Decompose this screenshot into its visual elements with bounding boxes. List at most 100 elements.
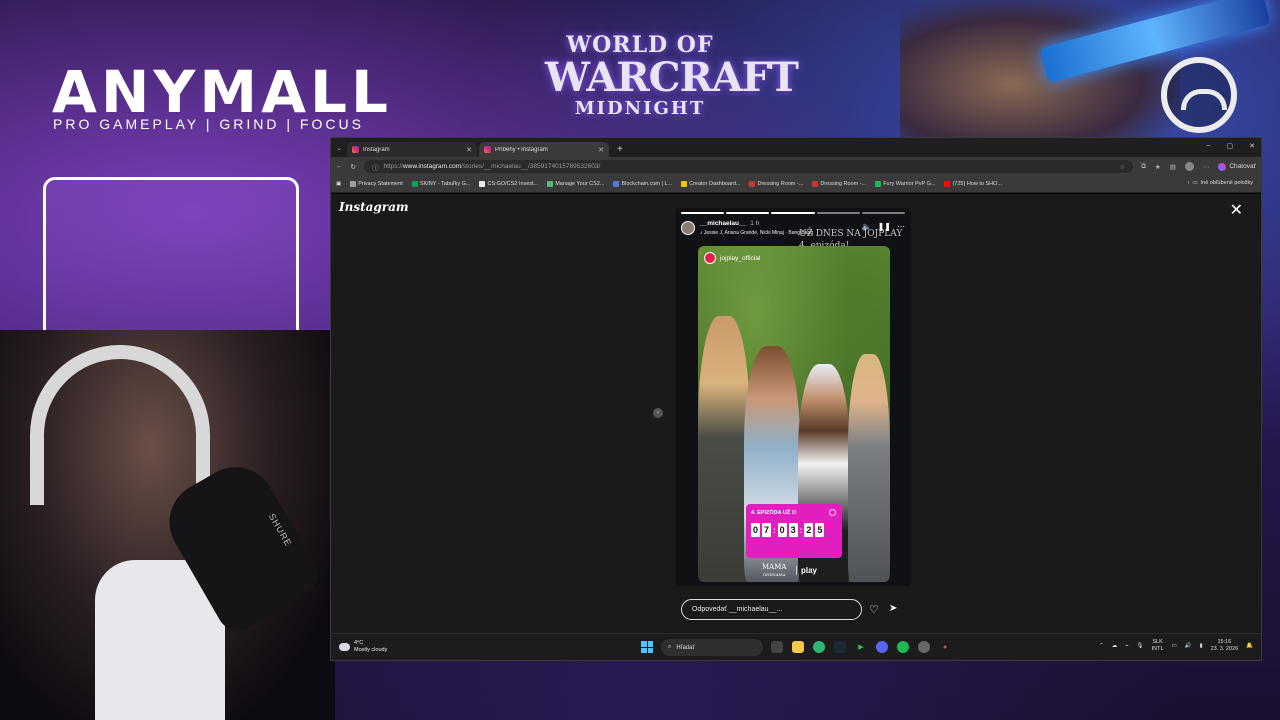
- tab-instagram[interactable]: Instagram ✕: [347, 142, 477, 157]
- tab-close-icon[interactable]: ✕: [466, 146, 472, 154]
- chevron-right-icon: ›: [1187, 180, 1190, 186]
- bookmark-item[interactable]: Fury Warrior PvP G...: [875, 181, 935, 187]
- clock[interactable]: 15:16 23. 3. 2026: [1211, 639, 1239, 653]
- discord-icon[interactable]: [876, 641, 888, 653]
- copilot-icon: [1218, 162, 1227, 171]
- edge-browser-icon[interactable]: [813, 641, 825, 653]
- previous-story-button[interactable]: ‹: [653, 408, 663, 418]
- story-music[interactable]: ♪ Jessie J, Ariana Grande, Nicki Minaj ·…: [700, 230, 813, 236]
- show-logo-title: MAMA: [762, 563, 787, 571]
- chat-button[interactable]: Chatovať: [1218, 162, 1256, 171]
- tab-close-icon[interactable]: ✕: [598, 146, 604, 154]
- task-view-icon[interactable]: [771, 641, 783, 653]
- reshared-account-tag[interactable]: jojplay_official: [704, 252, 760, 264]
- bookmark-label: Dressing Room -...: [820, 181, 867, 187]
- favorite-star-icon[interactable]: ☆: [1119, 163, 1125, 171]
- url-scheme: https://: [383, 163, 403, 170]
- taskbar-apps: ▶ ●: [771, 641, 951, 653]
- clock-time: 15:16: [1217, 639, 1232, 645]
- battery-icon[interactable]: ▮: [1200, 643, 1203, 649]
- countdown-separator: :: [773, 525, 776, 535]
- location-pin-icon[interactable]: ●: [939, 641, 951, 653]
- obs-icon[interactable]: [918, 641, 930, 653]
- bookmark-item[interactable]: CS:GO/CS2 Invest...: [479, 181, 538, 187]
- file-explorer-icon[interactable]: [792, 641, 804, 653]
- bookmark-item[interactable]: Creator Dashboard...: [681, 181, 740, 187]
- progress-segment: [816, 212, 860, 214]
- back-icon[interactable]: ←: [336, 163, 343, 170]
- countdown-digit: 2: [804, 523, 814, 537]
- progress-segment: [726, 212, 770, 214]
- send-icon[interactable]: ➤: [889, 603, 897, 614]
- bookmark-item[interactable]: Blockchain.com | L...: [613, 181, 672, 187]
- tab-actions-icon[interactable]: ⌄: [331, 138, 347, 157]
- tab-stories[interactable]: Príbehy • Instagram ✕: [479, 142, 609, 157]
- bookmark-label: Fury Warrior PvP G...: [883, 181, 936, 187]
- new-tab-button[interactable]: +: [611, 144, 629, 157]
- taskbar-search[interactable]: ⌕ Hľadať: [661, 639, 763, 656]
- close-viewer-button[interactable]: ✕: [1230, 200, 1243, 220]
- progress-segment: [771, 212, 815, 214]
- bookmark-label: Manage Your CS2...: [555, 181, 605, 187]
- volume-icon[interactable]: 🔊: [1185, 643, 1192, 649]
- bookmark-favicon-icon: [547, 181, 554, 187]
- countdown-sticker[interactable]: 4. EPIZÓDA UŽ O 0 7 : 0 3 : 2 5: [746, 504, 842, 558]
- bookmark-item[interactable]: SKINY - Tabuľky G...: [411, 181, 470, 187]
- favorites-icon[interactable]: ★: [1155, 163, 1161, 171]
- site-info-icon[interactable]: ⓘ: [372, 162, 379, 172]
- countdown-digit: 0: [777, 523, 787, 537]
- extensions-icon[interactable]: ⧉: [1141, 163, 1146, 171]
- spotify-icon[interactable]: [897, 641, 909, 653]
- microphone-icon[interactable]: 🎙: [1137, 643, 1144, 649]
- language-indicator[interactable]: SLK INTL: [1152, 639, 1164, 653]
- close-window-button[interactable]: ✕: [1249, 142, 1255, 150]
- other-bookmarks[interactable]: › ▭ Iné obľúbené položky: [1188, 180, 1253, 186]
- url-field[interactable]: ⓘ https://www.instagram.com/stories/__mi…: [363, 160, 1134, 173]
- steam-icon[interactable]: [834, 641, 846, 653]
- play-icon[interactable]: ▶: [855, 641, 867, 653]
- bookmark-label: (725) How to SHO...: [952, 181, 1002, 187]
- bookmark-item[interactable]: Dressing Room -...: [812, 181, 866, 187]
- bookmark-item[interactable]: Manage Your CS2...: [547, 181, 604, 187]
- collections-icon[interactable]: ▤: [1170, 163, 1176, 171]
- cloud-sync-icon[interactable]: ☁: [1112, 643, 1118, 649]
- bookmarks-icon[interactable]: ▣: [336, 181, 341, 187]
- like-heart-icon[interactable]: ♡: [869, 603, 879, 616]
- chat-button-label: Chatovať: [1229, 163, 1256, 170]
- bookmark-item[interactable]: Privacy Statement: [350, 181, 403, 187]
- bookmark-item[interactable]: (725) How to SHO...: [944, 181, 1002, 187]
- bookmark-favicon-icon: [875, 181, 882, 187]
- notifications-icon[interactable]: 🔔: [1246, 643, 1253, 649]
- story-reply-input[interactable]: Odpovedať __michaelau__...: [681, 599, 862, 620]
- countdown-digits: 0 7 : 0 3 : 2 5: [751, 523, 837, 537]
- reminder-bell-icon[interactable]: [829, 509, 836, 516]
- maximize-button[interactable]: ▢: [1227, 142, 1234, 150]
- weather-widget[interactable]: 4°C Mostly cloudy: [339, 640, 387, 654]
- jojplay-logo: play: [796, 566, 817, 575]
- instagram-logo[interactable]: Instagram: [339, 200, 409, 214]
- bookmark-favicon-icon: [411, 181, 418, 187]
- more-menu-icon[interactable]: ⋯: [1203, 163, 1210, 171]
- browser-window: ⌄ Instagram ✕ Príbehy • Instagram ✕ + – …: [330, 137, 1262, 661]
- profile-avatar[interactable]: [1184, 162, 1194, 171]
- instagram-story-viewer: Instagram ✕ ‹ __michaelau__ 1 h ♪ Jessie …: [331, 194, 1261, 634]
- minimize-button[interactable]: –: [1207, 142, 1211, 150]
- game-logo: WORLD OF WARCRAFT MIDNIGHT: [545, 32, 799, 136]
- windows-start-icon[interactable]: [641, 641, 653, 653]
- story-photo: jojplay_official 4. EPIZÓDA UŽ O 0 7 : 0…: [698, 246, 890, 582]
- network-icon[interactable]: ⌁: [1125, 643, 1128, 649]
- bookmark-item[interactable]: Dressing Room -...: [749, 181, 803, 187]
- story-user-avatar[interactable]: [681, 221, 695, 235]
- countdown-digit: 7: [762, 523, 771, 537]
- bookmark-favicon-icon: [944, 181, 951, 187]
- story-username[interactable]: __michaelau__ 1 h: [700, 220, 759, 227]
- search-icon: ⌕: [668, 644, 672, 650]
- display-icon[interactable]: ▭: [1172, 643, 1177, 649]
- story-username-text: __michaelau__: [700, 220, 747, 227]
- instagram-favicon-icon: [484, 146, 491, 153]
- story-music-text: Jessie J, Ariana Grande, Nicki Minaj · B…: [703, 230, 814, 236]
- chevron-up-icon[interactable]: ⌃: [1099, 643, 1104, 649]
- story-card[interactable]: __michaelau__ 1 h ♪ Jessie J, Ariana Gran…: [675, 208, 911, 586]
- reload-icon[interactable]: ↻: [351, 163, 356, 171]
- cloud-icon: [339, 643, 350, 651]
